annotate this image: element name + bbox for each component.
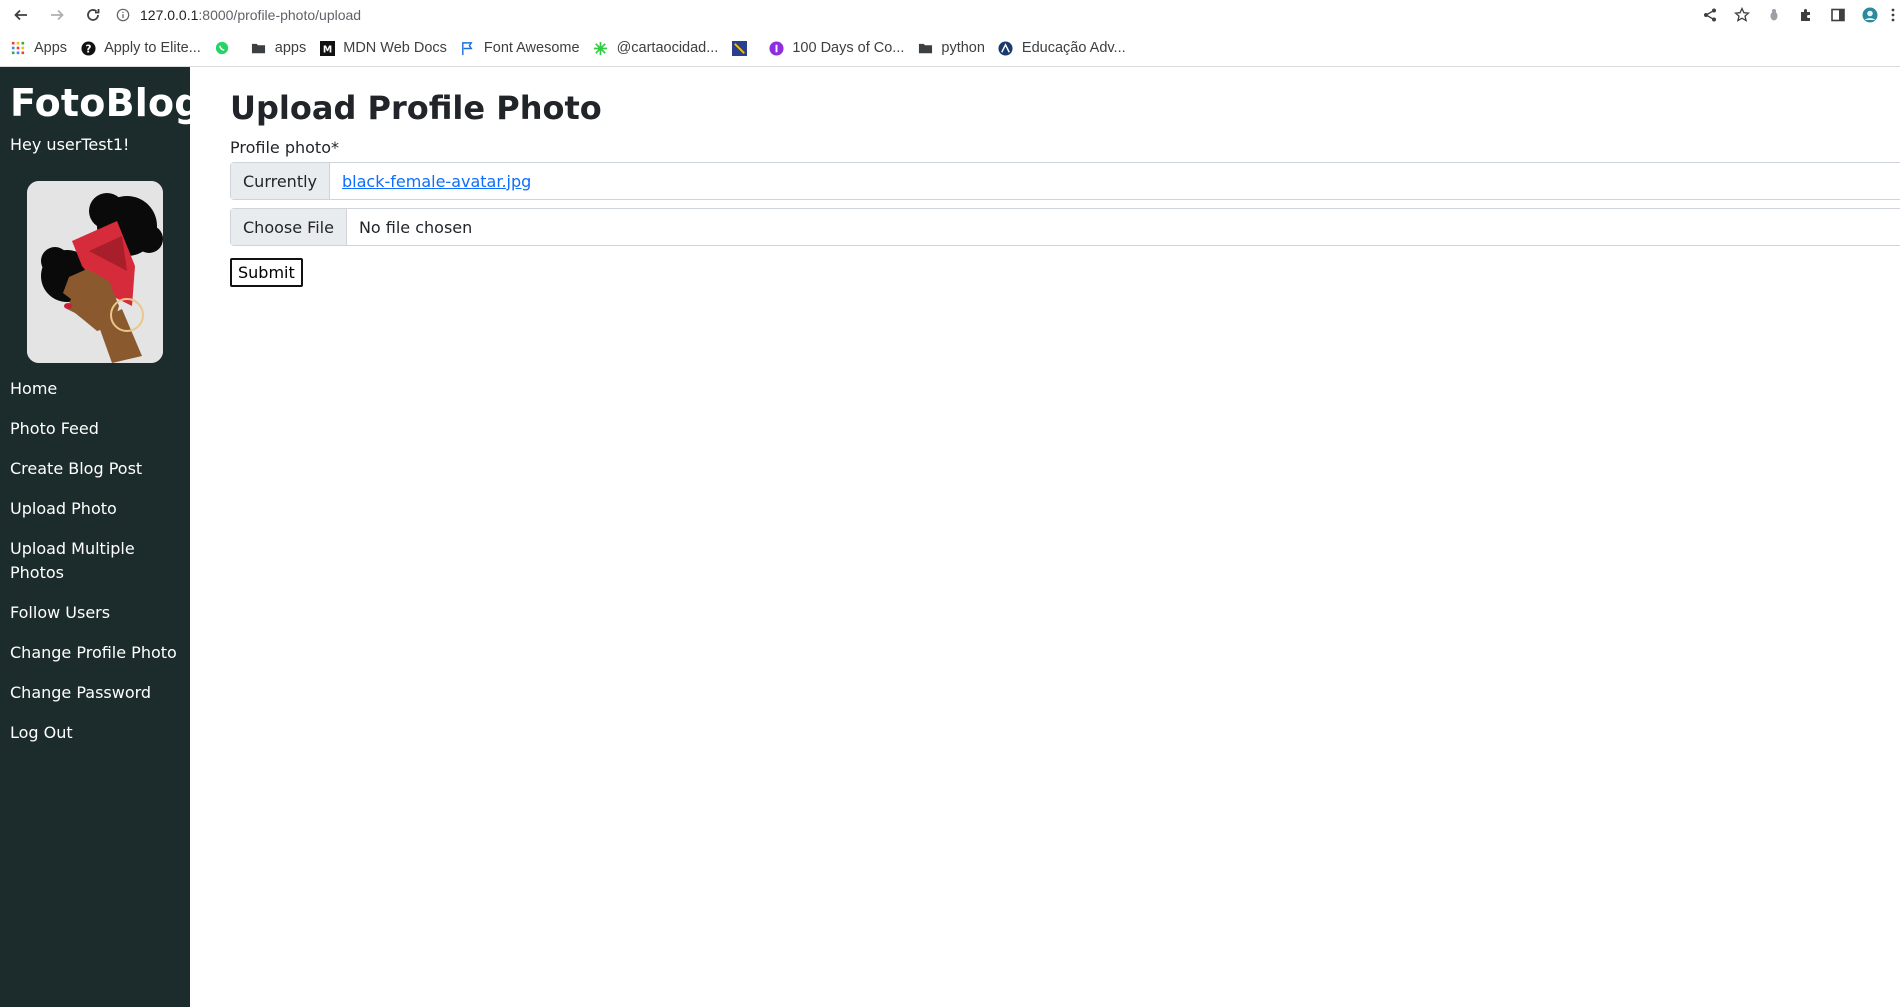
file-input[interactable]: Choose File No file chosen (230, 208, 1900, 246)
reload-button[interactable] (78, 0, 108, 30)
share-icon (1704, 8, 1716, 22)
purple-circle-icon (768, 40, 784, 56)
kebab-menu-icon (1891, 8, 1895, 22)
bookmark-label: Educação Adv... (1021, 40, 1126, 56)
sidebar-item-photo-feed[interactable]: Photo Feed (10, 417, 180, 441)
bookmark-label: Apps (34, 40, 68, 56)
bookmark-whatsapp[interactable] (214, 40, 238, 56)
globe-icon (998, 40, 1014, 56)
main-content: Upload Profile Photo Profile photo* Curr… (230, 67, 1900, 1007)
folder-icon (251, 40, 267, 56)
mdn-icon: M (319, 40, 335, 56)
puzzle-icon (1801, 9, 1810, 21)
brand-title[interactable]: FotoBlog (10, 81, 202, 125)
bookmark-label: 100 Days of Co... (792, 40, 905, 56)
whatsapp-icon (214, 40, 230, 56)
sidebar-item-home[interactable]: Home (10, 377, 180, 401)
bookmark-cartaocidad[interactable]: @cartaocidad... (593, 40, 719, 56)
blue-square-icon (731, 40, 747, 56)
bookmark-star-button[interactable] (1726, 0, 1758, 30)
choose-file-button[interactable]: Choose File (231, 209, 347, 245)
bookmark-apply-elite[interactable]: ? Apply to Elite... (80, 40, 201, 56)
bookmark-100-days[interactable]: 100 Days of Co... (768, 40, 904, 56)
bookmark-label: apps (274, 40, 307, 56)
side-panel-button[interactable] (1822, 0, 1854, 30)
user-greeting: Hey userTest1! (10, 135, 130, 154)
reload-icon (87, 9, 100, 21)
current-file-link[interactable]: black-female-avatar.jpg (342, 172, 531, 191)
arrow-right-icon (51, 9, 64, 21)
profile-avatar (27, 181, 163, 363)
browser-chrome: 127.0.0.1:8000/profile-photo/upload App… (0, 0, 1900, 67)
url-host: 127.0.0.1 (140, 7, 199, 23)
folder-icon (917, 40, 933, 56)
sidebar-menu: Home Photo Feed Create Blog Post Upload … (10, 377, 190, 745)
flag-icon (460, 40, 476, 56)
forward-button[interactable] (42, 0, 72, 30)
bookmark-apps[interactable]: Apps (10, 40, 67, 56)
sidebar-item-log-out[interactable]: Log Out (10, 721, 180, 745)
female-avatar-illustration (27, 181, 163, 363)
sidebar-item-upload-multiple-photos[interactable]: Upload Multiple Photos (10, 537, 180, 585)
currently-label: Currently (231, 163, 331, 199)
bookmark-mdn[interactable]: M MDN Web Docs (319, 40, 447, 56)
sidebar-item-create-blog-post[interactable]: Create Blog Post (10, 457, 180, 481)
extension-bug-button[interactable] (1758, 0, 1790, 30)
sidebar-item-change-profile-photo[interactable]: Change Profile Photo (10, 641, 180, 665)
toolbar-actions (1694, 0, 1900, 30)
page-title: Upload Profile Photo (230, 89, 602, 127)
side-panel-icon (1831, 8, 1845, 22)
svg-text:?: ? (85, 43, 91, 55)
bookmark-label: @cartaocidad... (616, 40, 719, 56)
bookmarks-bar: Apps ? Apply to Elite... apps M MDN Web … (0, 33, 1900, 63)
bookmark-label: MDN Web Docs (343, 40, 447, 56)
share-button[interactable] (1694, 0, 1726, 30)
profile-avatar-icon (1862, 7, 1878, 23)
bookmark-label: Apply to Elite... (104, 40, 201, 56)
profile-photo-label: Profile photo* (230, 138, 339, 157)
sidebar-item-follow-users[interactable]: Follow Users (10, 601, 180, 625)
profile-button[interactable] (1854, 0, 1886, 30)
sidebar-item-change-password[interactable]: Change Password (10, 681, 180, 705)
bookmark-educacao[interactable]: Educação Adv... (998, 40, 1126, 56)
sidebar-item-upload-photo[interactable]: Upload Photo (10, 497, 180, 521)
bookmark-blue-square[interactable] (731, 40, 755, 56)
no-file-chosen-text: No file chosen (358, 217, 473, 237)
arrow-left-icon (14, 9, 27, 21)
browser-menu-button[interactable] (1886, 0, 1900, 30)
submit-button[interactable]: Submit (230, 258, 303, 287)
current-file-group: Currently black-female-avatar.jpg (230, 162, 1900, 200)
svg-text:M: M (323, 44, 332, 55)
apps-grid-icon (10, 40, 26, 56)
info-icon[interactable] (116, 8, 130, 22)
browser-toolbar: 127.0.0.1:8000/profile-photo/upload (0, 0, 1900, 30)
star-icon (1734, 7, 1750, 22)
extensions-button[interactable] (1790, 0, 1822, 30)
bug-icon (1770, 9, 1778, 21)
sparkle-icon (593, 40, 609, 56)
bookmark-apps-folder[interactable]: apps (251, 40, 306, 56)
bookmark-python-folder[interactable]: python (917, 40, 985, 56)
sidebar: FotoBlog Hey userTest1! Home Photo Feed … (0, 67, 202, 1007)
bookmark-font-awesome[interactable]: Font Awesome (460, 40, 580, 56)
bookmark-label: Font Awesome (483, 40, 580, 56)
bookmark-label: python (941, 40, 985, 56)
question-circle-icon: ? (80, 40, 96, 56)
url-path: :8000/profile-photo/upload (198, 7, 362, 23)
back-button[interactable] (6, 0, 36, 30)
address-bar[interactable]: 127.0.0.1:8000/profile-photo/upload (112, 3, 1672, 27)
